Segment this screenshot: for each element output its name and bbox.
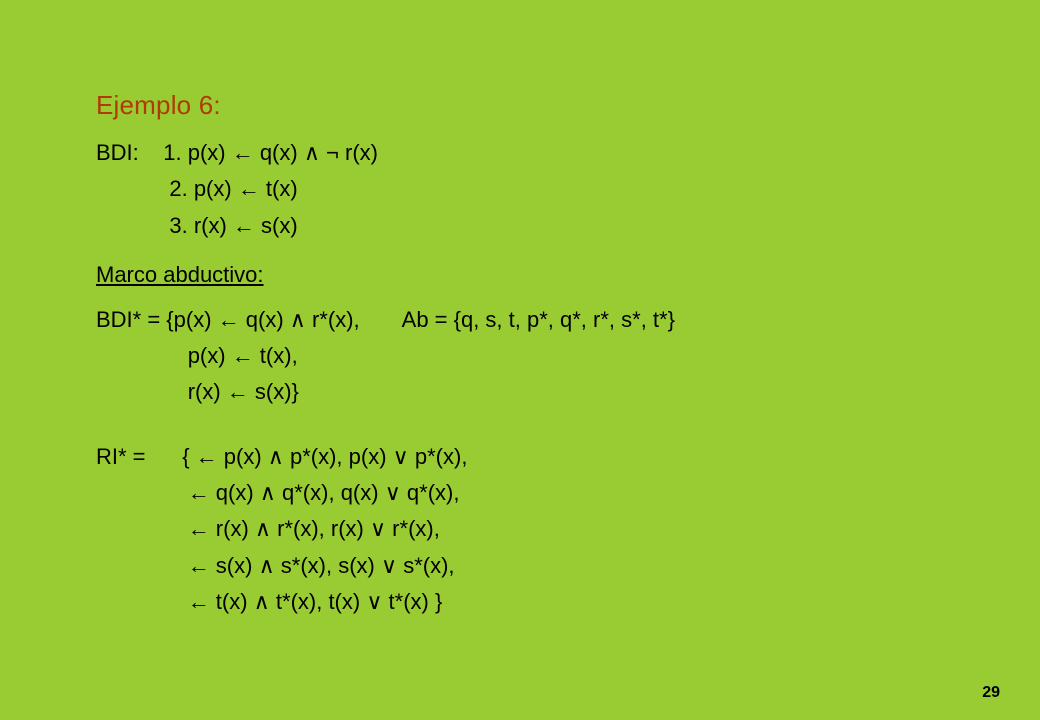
ri-row-1: RI* = { ← p(x) ∧ p*(x), p(x) ∨ p*(x),	[96, 439, 950, 475]
bdi-rule-2: 2. p(x) ← t(x)	[169, 176, 297, 201]
bdistar-left: BDI* = {p(x) ← q(x) ∧ r*(x),	[96, 302, 360, 338]
bdistar-row-1: BDI* = {p(x) ← q(x) ∧ r*(x), Ab = {q, s,…	[96, 302, 950, 338]
bdi-block: BDI: 1. p(x) ← q(x) ∧ ¬ r(x) 2. p(x) ← t…	[96, 135, 950, 244]
indent	[96, 589, 188, 614]
bdi-line-3: 3. r(x) ← s(x)	[96, 208, 950, 244]
bdistar-row-3: r(x) ← s(x)}	[96, 374, 950, 410]
ri-block: RI* = { ← p(x) ∧ p*(x), p(x) ∨ p*(x), ← …	[96, 439, 950, 620]
indent	[96, 343, 188, 368]
bdi-line-1: BDI: 1. p(x) ← q(x) ∧ ¬ r(x)	[96, 135, 950, 171]
bdi-line-2: 2. p(x) ← t(x)	[96, 171, 950, 207]
bdi-rule-3: 3. r(x) ← s(x)	[169, 213, 297, 238]
bdistar-row-2: p(x) ← t(x),	[96, 338, 950, 374]
page-number: 29	[982, 684, 1000, 702]
indent	[96, 553, 188, 578]
indent	[96, 379, 188, 404]
ri-rule-4: ← s(x) ∧ s*(x), s(x) ∨ s*(x),	[188, 553, 455, 578]
indent	[96, 176, 145, 201]
slide: Ejemplo 6: BDI: 1. p(x) ← q(x) ∧ ¬ r(x) …	[0, 0, 1040, 720]
indent	[96, 480, 188, 505]
bdistar-rule-2: p(x) ← t(x),	[188, 343, 298, 368]
ri-row-2: ← q(x) ∧ q*(x), q(x) ∨ q*(x),	[96, 475, 950, 511]
ri-rule-2: ← q(x) ∧ q*(x), q(x) ∨ q*(x),	[188, 480, 460, 505]
slide-title: Ejemplo 6:	[96, 90, 950, 121]
ab-set: Ab = {q, s, t, p*, q*, r*, s*, t*}	[402, 302, 675, 338]
bdi-label: BDI:	[96, 140, 139, 165]
indent	[96, 213, 145, 238]
indent	[96, 516, 188, 541]
bdistar-rule-3: r(x) ← s(x)}	[188, 379, 299, 404]
ri-rule-5: ← t(x) ∧ t*(x), t(x) ∨ t*(x) }	[188, 589, 443, 614]
marco-heading: Marco abductivo:	[96, 262, 950, 288]
ri-row-3: ← r(x) ∧ r*(x), r(x) ∨ r*(x),	[96, 511, 950, 547]
ri-row-4: ← s(x) ∧ s*(x), s(x) ∨ s*(x),	[96, 548, 950, 584]
bdi-rule-1: 1. p(x) ← q(x) ∧ ¬ r(x)	[163, 140, 378, 165]
ri-rule-3: ← r(x) ∧ r*(x), r(x) ∨ r*(x),	[188, 516, 440, 541]
bdistar-block: BDI* = {p(x) ← q(x) ∧ r*(x), Ab = {q, s,…	[96, 302, 950, 411]
ri-row-5: ← t(x) ∧ t*(x), t(x) ∨ t*(x) }	[96, 584, 950, 620]
